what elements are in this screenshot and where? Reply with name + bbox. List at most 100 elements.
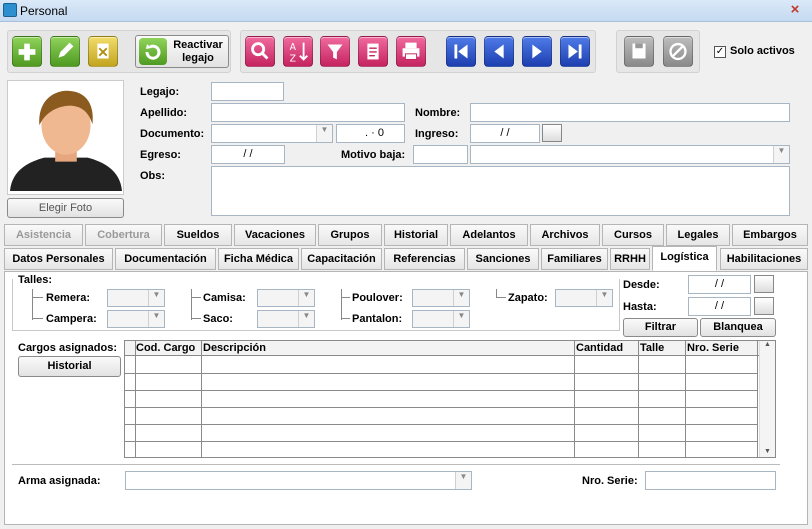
document-delete-icon — [97, 43, 109, 59]
zapato-label: Zapato: — [508, 292, 548, 304]
campera-label: Campera: — [46, 313, 97, 325]
tree-branch — [192, 297, 201, 298]
obs-textarea[interactable] — [211, 166, 790, 216]
ingreso-label: Ingreso: — [415, 128, 459, 140]
hasta-date-input[interactable]: / / — [688, 297, 751, 316]
elegir-foto-button[interactable]: Elegir Foto — [7, 198, 124, 218]
chevron-down-icon: ▼ — [453, 311, 469, 327]
grid-col-line — [757, 341, 758, 457]
documento-number-input[interactable]: . · 0 — [336, 124, 405, 143]
app-icon — [3, 3, 17, 17]
campera-select[interactable]: ▼ — [107, 310, 165, 328]
filter-button[interactable] — [320, 36, 350, 67]
historial-button[interactable]: Historial — [18, 356, 121, 377]
remera-select[interactable]: ▼ — [107, 289, 165, 307]
close-button[interactable]: × — [782, 2, 808, 19]
tab-historial[interactable]: Historial — [384, 224, 448, 246]
solo-activos-checkbox[interactable]: ✓ — [714, 46, 726, 58]
col-nro-serie: Nro. Serie — [687, 342, 739, 354]
pantalon-select[interactable]: ▼ — [412, 310, 470, 328]
motivo-baja-label: Motivo baja: — [341, 149, 406, 161]
grid-scrollbar[interactable]: ▲ ▼ — [759, 341, 775, 457]
chevron-down-icon: ▼ — [148, 311, 164, 327]
last-record-button[interactable] — [560, 36, 590, 67]
save-button[interactable] — [624, 36, 654, 67]
grid-col-line — [135, 341, 136, 457]
poulover-label: Poulover: — [352, 292, 403, 304]
tab-referencias[interactable]: Referencias — [384, 248, 465, 270]
table-row — [125, 390, 757, 391]
table-row — [125, 407, 757, 408]
sort-button[interactable]: AZ — [283, 36, 313, 67]
nombre-input[interactable] — [470, 103, 790, 122]
chevron-down-icon: ▼ — [773, 146, 789, 163]
camisa-select[interactable]: ▼ — [257, 289, 315, 307]
cargos-grid[interactable]: Cod. Cargo Descripción Cantidad Talle Nr… — [124, 340, 776, 458]
tab-adelantos[interactable]: Adelantos — [450, 224, 528, 246]
cancel-button[interactable] — [663, 36, 693, 67]
apellido-input[interactable] — [211, 103, 405, 122]
saco-select[interactable]: ▼ — [257, 310, 315, 328]
add-button[interactable] — [12, 36, 42, 67]
edit-button[interactable] — [50, 36, 80, 67]
scroll-up-icon[interactable]: ▲ — [760, 341, 775, 348]
reactivar-legajo-button[interactable]: Reactivar legajo — [135, 35, 229, 68]
first-record-button[interactable] — [446, 36, 476, 67]
scroll-down-icon[interactable]: ▼ — [760, 448, 775, 455]
tab-rrhh[interactable]: RRHH — [610, 248, 650, 270]
chevron-down-icon: ▼ — [596, 290, 612, 306]
tab-legales[interactable]: Legales — [666, 224, 730, 246]
chevron-down-icon: ▼ — [316, 125, 332, 142]
tab-familiares[interactable]: Familiares — [541, 248, 608, 270]
tab-datos-personales[interactable]: Datos Personales — [4, 248, 113, 270]
pencil-icon — [58, 42, 74, 58]
ingreso-date-input[interactable]: / / — [470, 124, 540, 143]
next-icon — [532, 44, 542, 59]
calendar-icon[interactable] — [754, 275, 774, 293]
tab-grupos[interactable]: Grupos — [318, 224, 382, 246]
tab-embargos[interactable]: Embargos — [732, 224, 808, 246]
tab-archivos[interactable]: Archivos — [530, 224, 600, 246]
tab-habilitaciones[interactable]: Habilitaciones — [720, 248, 808, 270]
table-row — [125, 424, 757, 425]
next-record-button[interactable] — [522, 36, 552, 67]
tab-documentacion[interactable]: Documentación — [115, 248, 216, 270]
poulover-select[interactable]: ▼ — [412, 289, 470, 307]
zapato-select[interactable]: ▼ — [555, 289, 613, 307]
delete-button[interactable] — [88, 36, 118, 67]
blanquea-button[interactable]: Blanquea — [700, 318, 776, 337]
solo-activos-label: Solo activos — [730, 45, 795, 57]
tab-cursos[interactable]: Cursos — [602, 224, 664, 246]
motivo-baja-select[interactable]: ▼ — [470, 145, 790, 164]
tabs-row-2: Datos Personales Documentación Ficha Méd… — [4, 246, 808, 271]
tab-vacaciones[interactable]: Vacaciones — [234, 224, 316, 246]
tab-sueldos[interactable]: Sueldos — [164, 224, 232, 246]
prev-record-button[interactable] — [484, 36, 514, 67]
tab-ficha-medica[interactable]: Ficha Médica — [218, 248, 299, 270]
documento-type-select[interactable]: ▼ — [211, 124, 333, 143]
legajo-input[interactable] — [211, 82, 284, 101]
calendar-icon[interactable] — [754, 297, 774, 315]
search-button[interactable] — [245, 36, 275, 67]
calendar-icon[interactable] — [542, 124, 562, 142]
nro-serie-input[interactable] — [645, 471, 776, 490]
col-cantidad: Cantidad — [576, 342, 624, 354]
motivo-baja-code-input[interactable] — [413, 145, 468, 164]
egreso-date-input[interactable]: / / — [211, 145, 285, 164]
svg-text:Z: Z — [290, 53, 296, 64]
report-button[interactable] — [358, 36, 388, 67]
filtrar-button[interactable]: Filtrar — [623, 318, 698, 337]
legajo-label: Legajo: — [140, 86, 180, 98]
arma-asignada-select[interactable]: ▼ — [125, 471, 472, 490]
title-bar: Personal × — [0, 0, 812, 22]
print-button[interactable] — [396, 36, 426, 67]
tab-sanciones[interactable]: Sanciones — [467, 248, 539, 270]
tab-capacitacion[interactable]: Capacitación — [301, 248, 382, 270]
tab-cobertura[interactable]: Cobertura — [85, 224, 162, 246]
pantalon-label: Pantalon: — [352, 313, 403, 325]
tab-asistencia[interactable]: Asistencia — [4, 224, 83, 246]
tree-branch — [33, 297, 43, 298]
tab-logistica[interactable]: Logística — [652, 246, 717, 271]
desde-date-input[interactable]: / / — [688, 275, 751, 294]
sort-az-icon: AZ — [290, 42, 308, 64]
